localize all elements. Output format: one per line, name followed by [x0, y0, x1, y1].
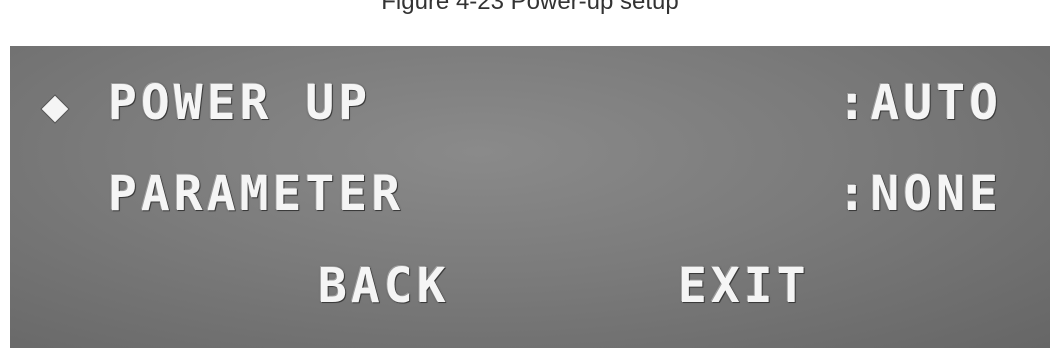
figure-caption-text: Figure 4-23 Power-up setup: [381, 0, 679, 15]
power-up-label: POWER UP: [108, 75, 372, 131]
figure-caption: Figure 4-23 Power-up setup: [0, 0, 1060, 46]
parameter-label: PARAMETER: [108, 166, 405, 222]
power-up-value[interactable]: :AUTO: [838, 79, 1003, 127]
exit-button[interactable]: EXIT: [678, 262, 810, 310]
osd-menu-screen: POWER UP :AUTO PARAMETER :NONE BACK EXIT: [10, 46, 1050, 348]
back-button[interactable]: BACK: [318, 262, 450, 310]
parameter-value[interactable]: :NONE: [838, 170, 1003, 218]
diamond-cursor-icon: [40, 94, 70, 124]
page: Figure 4-23 Power-up setup POWER UP :AUT…: [0, 0, 1060, 360]
